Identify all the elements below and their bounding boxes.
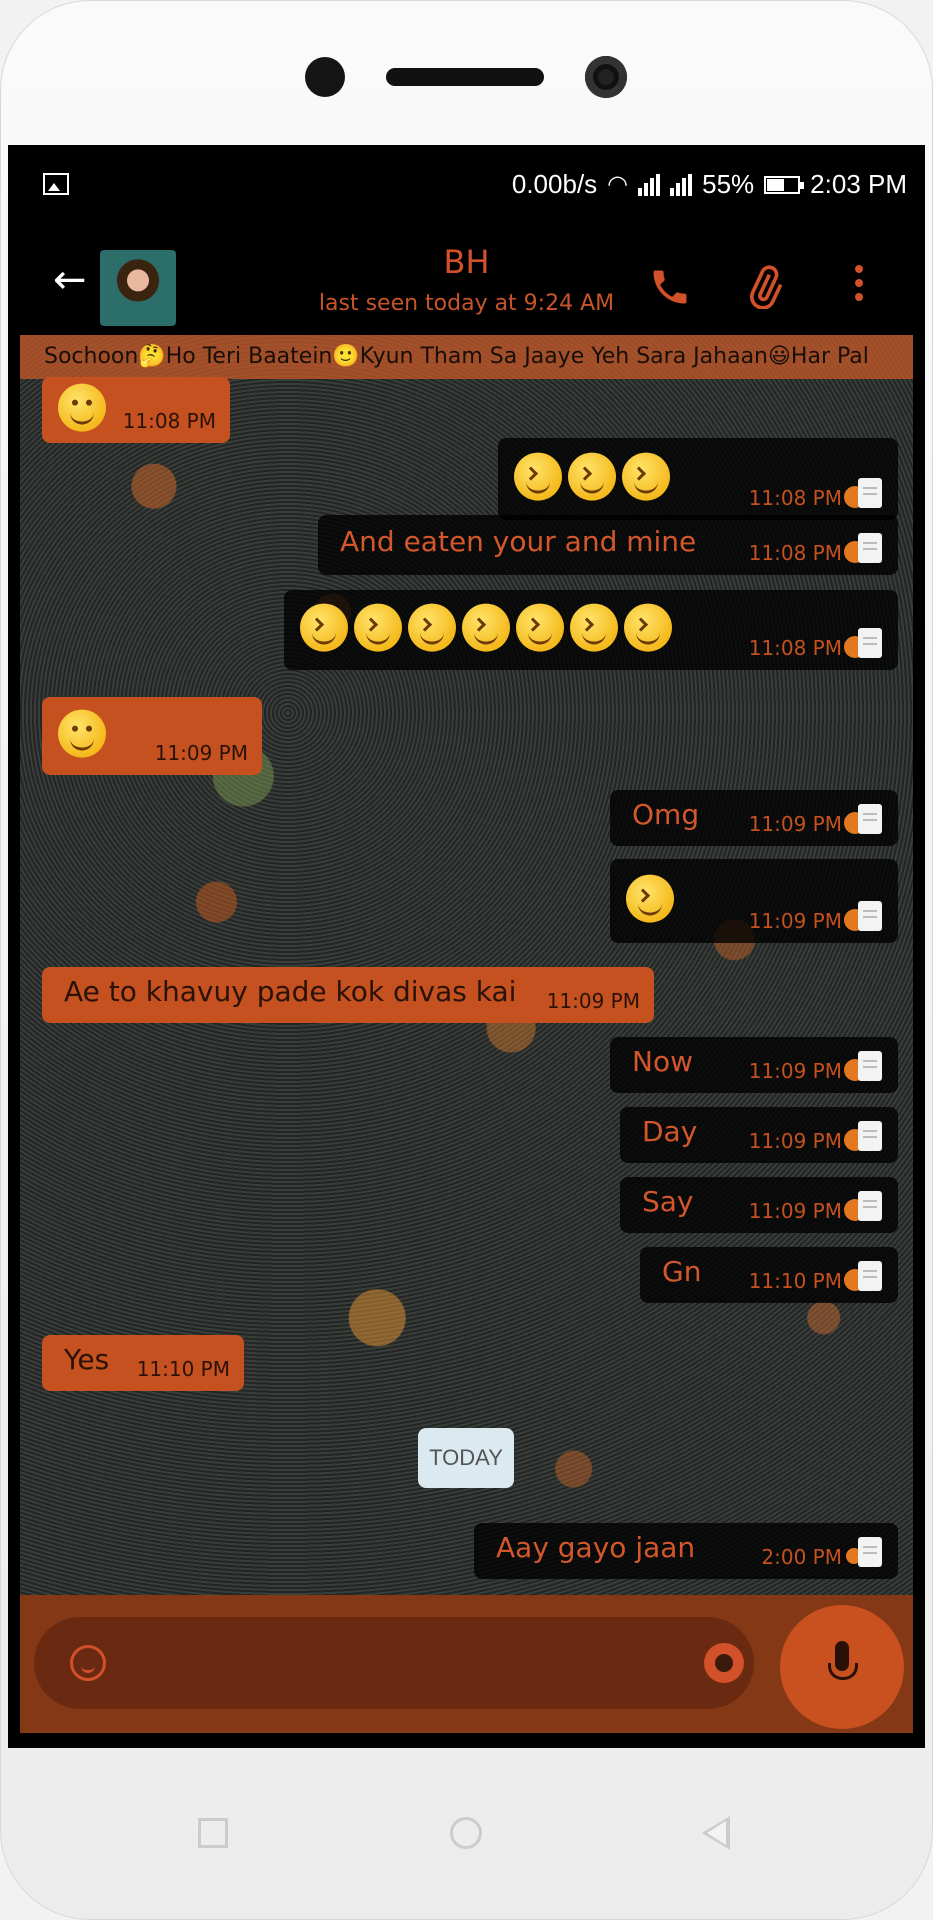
message-bubble-out[interactable]: And eaten your and mine 11:08 PM xyxy=(318,515,898,575)
recent-apps-icon[interactable] xyxy=(198,1818,228,1848)
wifi-icon: ◠ xyxy=(607,171,629,198)
message-time: 11:10 PM xyxy=(136,1357,230,1381)
message-text: Now xyxy=(632,1045,693,1079)
contact-name[interactable]: BH xyxy=(8,243,925,281)
message-bubble-out[interactable]: Gn 11:10 PM xyxy=(640,1247,898,1303)
front-camera xyxy=(585,56,627,98)
laughing-face-emoji xyxy=(626,874,674,923)
read-receipt-icon xyxy=(844,1191,884,1223)
emoji-row xyxy=(58,709,112,758)
earpiece-speaker xyxy=(386,68,544,86)
laughing-face-emoji xyxy=(300,603,348,652)
status-bar: 0.00b/s ◠ 55% 2:03 PM xyxy=(8,145,925,225)
message-text: Day xyxy=(642,1115,698,1149)
laughing-face-emoji xyxy=(354,603,402,652)
message-bubble-out[interactable]: Aay gayo jaan 2:00 PM xyxy=(474,1523,898,1579)
message-time: 11:10 PM xyxy=(748,1269,842,1293)
message-time: 11:09 PM xyxy=(748,1059,842,1083)
message-text: Aay gayo jaan xyxy=(496,1531,696,1565)
signal-icon-1 xyxy=(638,173,661,196)
message-text: Ae to khavuy pade kok divas kai xyxy=(64,975,517,1009)
read-receipt-icon xyxy=(844,1121,884,1153)
front-sensor xyxy=(305,57,345,97)
camera-icon[interactable] xyxy=(704,1643,744,1683)
read-receipt-icon xyxy=(844,1261,884,1293)
read-receipt-icon xyxy=(844,901,884,933)
message-text: Gn xyxy=(662,1255,702,1289)
composer-bar xyxy=(20,1595,913,1733)
status-right: 0.00b/s ◠ 55% 2:03 PM xyxy=(512,169,907,200)
message-bubble-in[interactable]: 11:08 PM xyxy=(42,377,230,443)
message-bubble-in[interactable]: 11:09 PM xyxy=(42,697,262,775)
clock: 2:03 PM xyxy=(810,169,907,199)
phone-icon[interactable] xyxy=(648,265,692,309)
message-input[interactable] xyxy=(34,1617,754,1709)
message-bubble-in[interactable]: Yes 11:10 PM xyxy=(42,1335,244,1391)
emoji-icon[interactable] xyxy=(70,1645,106,1681)
message-bubble-out[interactable]: 11:09 PM xyxy=(610,859,898,943)
laughing-face-emoji xyxy=(624,603,672,652)
phone-frame: 0.00b/s ◠ 55% 2:03 PM ← BH last seen tod… xyxy=(0,0,933,1920)
mic-icon[interactable] xyxy=(780,1605,904,1729)
emoji-row xyxy=(626,874,680,923)
message-bubble-out[interactable]: Omg 11:09 PM xyxy=(610,790,898,846)
message-bubble-out[interactable]: Day 11:09 PM xyxy=(620,1107,898,1163)
emoji-row xyxy=(58,383,112,432)
laughing-face-emoji xyxy=(570,603,618,652)
message-text: And eaten your and mine xyxy=(340,525,697,559)
message-text: Say xyxy=(642,1185,694,1219)
message-time: 11:08 PM xyxy=(748,636,842,660)
last-seen: last seen today at 9:24 AM xyxy=(318,291,615,316)
home-icon[interactable] xyxy=(450,1817,482,1849)
laughing-face-emoji xyxy=(408,603,456,652)
laughing-face-emoji xyxy=(622,452,670,501)
message-time: 2:00 PM xyxy=(761,1545,842,1569)
emoji-row xyxy=(514,452,676,501)
laughing-face-emoji xyxy=(514,452,562,501)
battery-percent: 55% xyxy=(702,169,755,199)
message-time: 11:09 PM xyxy=(748,812,842,836)
pending-status-icon xyxy=(844,1537,884,1569)
read-receipt-icon xyxy=(844,1051,884,1083)
message-text: Omg xyxy=(632,798,700,832)
message-text: Yes xyxy=(64,1343,110,1377)
message-bubble-in[interactable]: Ae to khavuy pade kok divas kai 11:09 PM xyxy=(42,967,654,1023)
signal-icon-2 xyxy=(670,173,693,196)
chat-header: ← BH last seen today at 9:24 AM xyxy=(8,225,925,335)
status-ticker: Sochoon🤔Ho Teri Baatein🙂Kyun Tham Sa Jaa… xyxy=(20,335,913,379)
hardware-nav-keys xyxy=(0,1790,933,1870)
chat-area[interactable]: Sochoon🤔Ho Teri Baatein🙂Kyun Tham Sa Jaa… xyxy=(20,335,913,1595)
laughing-face-emoji xyxy=(568,452,616,501)
battery-icon xyxy=(764,175,805,194)
emoji-row xyxy=(300,603,678,652)
read-receipt-icon xyxy=(844,804,884,836)
read-receipt-icon xyxy=(844,533,884,565)
message-bubble-out[interactable]: Now 11:09 PM xyxy=(610,1037,898,1093)
winking-face-emoji xyxy=(58,383,106,432)
screen: 0.00b/s ◠ 55% 2:03 PM ← BH last seen tod… xyxy=(8,145,925,1748)
message-bubble-out[interactable]: Say 11:09 PM xyxy=(620,1177,898,1233)
laughing-face-emoji xyxy=(462,603,510,652)
back-nav-icon[interactable] xyxy=(702,1816,730,1850)
paperclip-icon[interactable] xyxy=(743,265,787,309)
message-time: 11:08 PM xyxy=(122,409,216,433)
message-time: 11:08 PM xyxy=(748,486,842,510)
message-time: 11:09 PM xyxy=(748,909,842,933)
message-time: 11:08 PM xyxy=(748,541,842,565)
date-divider: TODAY xyxy=(418,1428,514,1488)
read-receipt-icon xyxy=(844,478,884,510)
laughing-face-emoji xyxy=(516,603,564,652)
message-bubble-out[interactable]: 11:08 PM xyxy=(284,590,898,670)
read-receipt-icon xyxy=(844,628,884,660)
network-speed: 0.00b/s xyxy=(511,169,598,199)
more-vert-icon[interactable] xyxy=(854,265,864,309)
gallery-notification-icon xyxy=(43,173,69,195)
message-time: 11:09 PM xyxy=(748,1199,842,1223)
message-time: 11:09 PM xyxy=(748,1129,842,1153)
message-time: 11:09 PM xyxy=(546,989,640,1013)
message-time: 11:09 PM xyxy=(154,741,248,765)
message-bubble-out[interactable]: 11:08 PM xyxy=(498,438,898,520)
winking-face-emoji xyxy=(58,709,106,758)
